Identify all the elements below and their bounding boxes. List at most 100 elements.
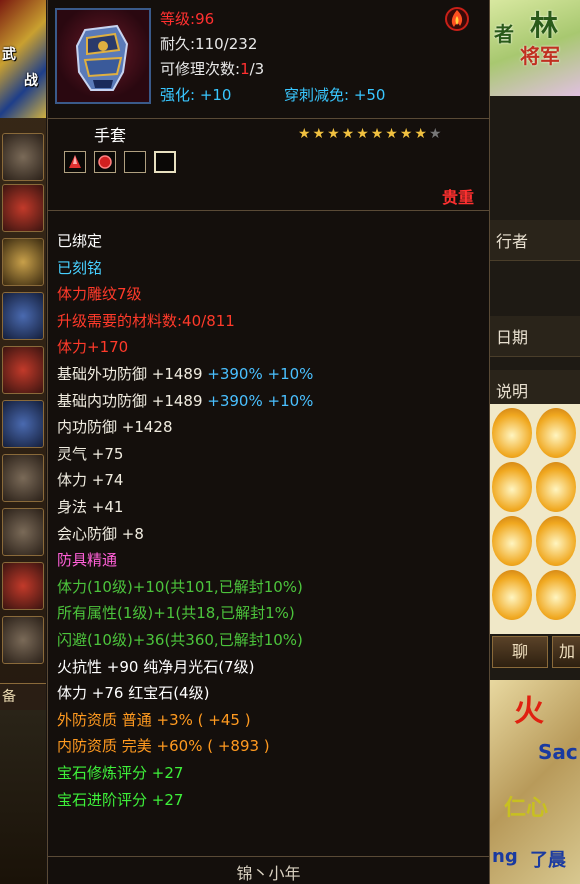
star-rating: ★★★★★★★★★★ [298,126,444,142]
emoji-icon[interactable] [492,570,532,620]
attribute-text: 宝石进阶评分 +27 [57,790,184,809]
attribute-text: 宝石修炼评分 +27 [57,764,184,782]
attribute-text: 所有属性(1级)+1(共18,已解封1%) [57,604,295,623]
attribute-text: 身法 +41 [57,498,124,516]
attribute-line: 宝石进阶评分 +27 [57,787,183,813]
divider [48,210,489,211]
level-label: 等级 [160,10,191,28]
equipment-slot[interactable] [2,454,44,502]
label-date: 日期 [496,328,529,347]
scene-text: 仁心 [504,796,549,821]
attribute-text: 基础外功防御 +1489 [57,365,208,383]
attribute-line: 会心防御 +8 [57,521,144,547]
scene-panel: 火 Sac 仁心 ng 了晨 [490,680,580,884]
left-banner: 武 战 [0,0,46,118]
item-category: 手套 [94,126,127,145]
left-lower-panel [0,710,46,884]
attribute-line: 体力(10级)+10(共101,已解封10%) [57,574,303,600]
equipment-slot[interactable] [2,508,44,556]
item-enhance: 强化: +10 [160,86,232,104]
attribute-line: 体力 +74 [57,467,123,493]
owner-name: 锦丶小年 [236,864,301,883]
equipment-slot[interactable] [2,616,44,664]
attribute-line: 所有属性(1级)+1(共18,已解封1%) [57,600,295,626]
equipment-slot[interactable] [2,184,44,232]
right-banner: 者 林 将军 [490,0,580,96]
attribute-line: 体力+170 [57,334,128,360]
equipment-slot[interactable] [2,238,44,286]
attribute-text: 体力 +74 [57,471,124,490]
gem-socket-3[interactable] [124,151,146,173]
equipment-slot[interactable] [2,562,44,610]
emoji-icon[interactable] [536,570,576,620]
equipment-tab[interactable]: 备 [0,683,46,711]
label-traveler: 行者 [496,232,529,251]
attribute-text: 火抗性 +90 纯净月光石(7级) [57,657,255,676]
item-repair-count: 可修理次数:1/3 [160,58,264,79]
equipment-slot[interactable] [2,133,44,181]
right-banner-text: 林 [530,9,559,42]
gauntlet-icon [55,8,151,104]
item-durability: 耐久:110/232 [160,35,258,53]
label-description: 说明 [496,382,529,401]
emoji-icon[interactable] [536,408,576,458]
emoji-icon[interactable] [492,462,532,512]
left-banner-text: 武 [2,47,16,63]
attribute-text: 防具精通 [57,551,118,570]
repair-label: 可修理次数: [160,60,241,78]
equipment-slot[interactable] [2,346,44,394]
emoji-grid [490,404,580,634]
attribute-line: 身法 +41 [57,494,123,520]
equipment-slot-gloves[interactable] [2,292,44,340]
repair-current: 1 [240,60,250,78]
attribute-text: 体力 +76 红宝石(4级) [57,684,210,703]
rarity-badge: 贵重 [442,188,475,207]
repair-total: /3 [249,60,265,78]
emoji-icon[interactable] [536,516,576,566]
scene-text: 火 [514,694,544,729]
equipment-slot[interactable] [2,400,44,448]
attribute-text: 体力+170 [57,338,129,357]
attribute-text: 已绑定 [57,232,103,250]
divider [48,856,489,857]
stars-empty: ★ [428,126,444,142]
attribute-line: 内防资质 完美 +60% ( +893 ) [57,733,270,759]
attribute-line: 闪避(10级)+36(共360,已解封10%) [57,627,303,653]
left-banner-text: 战 [24,73,38,89]
attribute-text: 灵气 +75 [57,444,124,463]
attribute-text: 内功防御 +1428 [57,418,173,437]
attribute-line: 火抗性 +90 纯净月光石(7级) [57,654,254,680]
gem-socket-4[interactable] [154,151,176,173]
gem-socket-2[interactable] [94,151,116,173]
attribute-text: 闪避(10级)+36(共360,已解封10%) [57,631,303,649]
attribute-line: 灵气 +75 [57,441,123,467]
attribute-line: 外防资质 普通 +3% ( +45 ) [57,707,251,733]
scene-text: ng [492,846,518,867]
attribute-text: 会心防御 +8 [57,524,144,543]
emoji-icon[interactable] [492,408,532,458]
attribute-bonus: +390% +10% [207,365,314,383]
emoji-icon[interactable] [536,462,576,512]
level-value: :96 [190,10,215,28]
right-banner-text: 将军 [520,44,560,68]
attribute-line: 内功防御 +1428 [57,414,173,440]
attribute-bonus: +390% +10% [207,391,314,410]
item-tooltip: 等级:96 耐久:110/232 可修理次数:1/3 强化: +10 穿刺减免:… [47,0,490,884]
attribute-line: 已刻铭 [57,255,102,281]
scene-text: 了晨 [530,850,566,871]
add-button[interactable]: 加 [552,636,580,668]
item-level: 等级:96 [160,8,214,29]
attribute-line: 基础外功防御 +1489 +390% +10% [57,361,313,387]
item-pierce: 穿刺减免: +50 [284,86,386,104]
emoji-icon[interactable] [492,516,532,566]
divider [48,118,489,119]
attribute-line: 已绑定 [57,228,102,254]
attribute-text: 外防资质 普通 +3% ( +45 ) [57,710,251,729]
attribute-line: 升级需要的材料数:40/811 [57,308,235,334]
attribute-text: 内防资质 完美 +60% ( +893 ) [57,737,270,756]
attribute-line: 体力雕纹7级 [57,281,142,307]
chat-button[interactable]: 聊 [492,636,548,668]
right-banner-text: 者 [494,22,514,46]
gem-socket-1[interactable] [64,151,86,173]
scene-text: Sac [538,740,578,764]
